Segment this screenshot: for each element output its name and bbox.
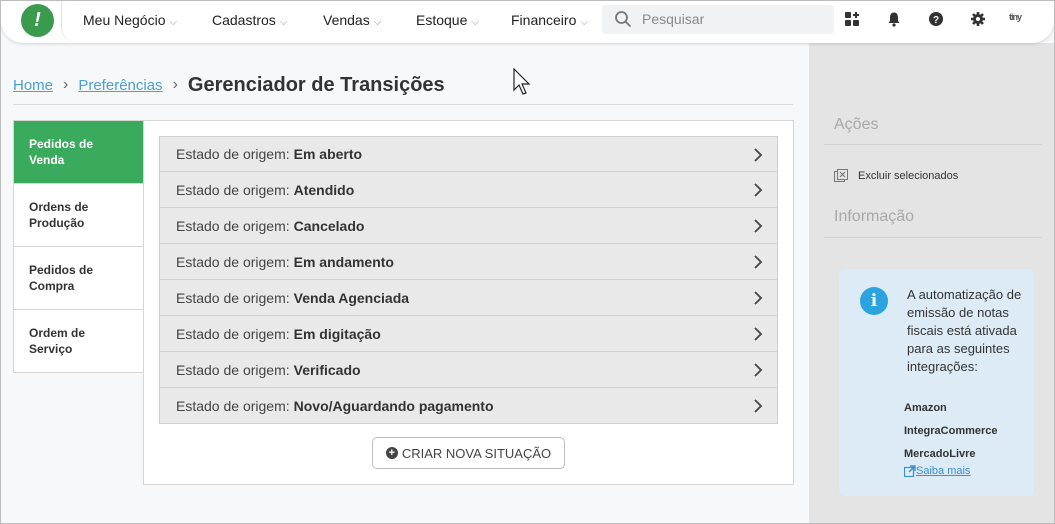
row-value: Verificado xyxy=(293,361,361,378)
transitions-panel: Estado de origem: Em aberto Estado de or… xyxy=(143,120,794,485)
nav-label: Meu Negócio xyxy=(83,12,166,28)
plus-circle-icon: + xyxy=(385,447,398,459)
row-label: Estado de origem: xyxy=(176,325,290,342)
integration-item: MercadoLivre xyxy=(904,448,976,460)
integration-item: Amazon xyxy=(904,402,947,414)
external-link-icon xyxy=(904,465,916,477)
svg-text:?: ? xyxy=(933,15,939,26)
chevron-right-icon xyxy=(754,291,763,305)
divider xyxy=(13,104,793,105)
search-icon xyxy=(615,11,631,27)
nav-meu-negocio[interactable]: Meu Negócio ⌵ xyxy=(83,12,177,28)
nav-label: Financeiro xyxy=(511,12,577,28)
row-label: Estado de origem: xyxy=(176,253,290,270)
divider xyxy=(824,144,1042,145)
tab-pedidos-de-venda[interactable]: Pedidos de Venda xyxy=(14,121,143,184)
create-new-status-label: CRIAR NOVA SITUAÇÃO xyxy=(401,445,552,461)
list-item[interactable]: Estado de origem: Verificado xyxy=(159,352,778,388)
transition-list: Estado de origem: Em aberto Estado de or… xyxy=(159,136,778,424)
help-icon[interactable]: ? xyxy=(928,11,944,27)
row-label: Estado de origem: xyxy=(176,361,290,378)
list-item[interactable]: Estado de origem: Cancelado xyxy=(159,208,778,244)
chevron-right-icon xyxy=(754,363,763,377)
chevron-down-icon: ⌵ xyxy=(169,17,178,28)
info-title: Informação xyxy=(834,208,915,225)
row-label: Estado de origem: xyxy=(176,289,290,306)
list-item[interactable]: Estado de origem: Em andamento xyxy=(159,244,778,280)
chevron-down-icon: ⌵ xyxy=(471,17,479,28)
learn-more-link[interactable]: Saiba mais xyxy=(904,465,970,477)
row-label: Estado de origem: xyxy=(176,146,290,162)
breadcrumb-preferences-link[interactable]: Preferências xyxy=(78,77,162,94)
chevron-right-icon xyxy=(754,399,763,413)
row-value: Em digitação xyxy=(293,325,381,342)
list-item[interactable]: Estado de origem: Em aberto xyxy=(159,136,778,172)
tab-ordem-de-servico[interactable]: Ordem de Serviço xyxy=(14,310,143,373)
nav-label: Vendas xyxy=(323,12,370,28)
chevron-right-icon xyxy=(754,219,763,233)
app-logo-icon[interactable]: ! xyxy=(21,4,54,37)
bell-icon[interactable] xyxy=(886,11,902,27)
tab-pedidos-de-compra[interactable]: Pedidos de Compra xyxy=(14,247,143,310)
top-navbar: ! Meu Negócio ⌵ Cadastros ⌵ Vendas ⌵ Estoqu… xyxy=(1,1,1054,43)
nav-label: Cadastros xyxy=(212,12,276,28)
delete-selected-button[interactable]: Excluir selecionados xyxy=(834,169,958,183)
row-label: Estado de origem: xyxy=(176,217,290,234)
gear-icon[interactable] xyxy=(970,11,986,27)
tab-ordens-de-producao[interactable]: Ordens de Produção xyxy=(14,184,143,247)
delete-selected-label: Excluir selecionados xyxy=(858,170,959,182)
nav-label: Estoque xyxy=(416,12,468,28)
chevron-right-icon xyxy=(754,255,763,269)
page-title: Gerenciador de Transições xyxy=(187,73,445,96)
nav-estoque[interactable]: Estoque ⌵ xyxy=(416,12,479,28)
row-label: Estado de origem: xyxy=(176,397,290,414)
integration-item: IntegraCommerce xyxy=(904,425,998,437)
row-label: Estado de origem: xyxy=(176,181,290,198)
actions-title: Ações xyxy=(834,116,879,133)
row-value: Novo/Aguardando pagamento xyxy=(293,397,494,414)
list-item[interactable]: Estado de origem: Em digitação xyxy=(159,316,778,352)
app-window: ! Meu Negócio ⌵ Cadastros ⌵ Vendas ⌵ Estoqu… xyxy=(0,0,1055,524)
row-value: Cancelado xyxy=(293,217,365,234)
delete-icon xyxy=(834,169,848,182)
search-input[interactable] xyxy=(642,8,827,30)
info-icon: i xyxy=(860,287,888,315)
divider xyxy=(824,237,1042,238)
learn-more-label: Saiba mais xyxy=(916,465,971,477)
row-value: Atendido xyxy=(293,181,355,198)
info-text: A automatização de emissão de notas fisc… xyxy=(907,287,1022,374)
chevron-right-icon: › xyxy=(63,76,69,93)
chevron-right-icon xyxy=(754,148,763,162)
logo-divider xyxy=(61,1,79,43)
row-value: Venda Agenciada xyxy=(293,289,410,306)
nav-financeiro[interactable]: Financeiro ⌵ xyxy=(511,12,588,28)
row-value: Em aberto xyxy=(293,146,363,162)
company-logo-icon[interactable]: tiny xyxy=(1009,12,1022,22)
chevron-down-icon: ⌵ xyxy=(373,17,382,28)
create-new-status-button[interactable]: + CRIAR NOVA SITUAÇÃO xyxy=(372,437,565,469)
apps-icon[interactable] xyxy=(844,11,860,27)
list-item[interactable]: Estado de origem: Novo/Aguardando pagame… xyxy=(159,388,778,424)
mouse-cursor-icon xyxy=(513,68,531,95)
breadcrumb: Home › Preferências › Gerenciador de Tra… xyxy=(13,73,445,97)
breadcrumb-home-link[interactable]: Home xyxy=(13,77,53,94)
chevron-right-icon xyxy=(754,327,763,341)
info-box: i A automatização de emissão de notas fi… xyxy=(839,269,1034,496)
row-value: Em andamento xyxy=(293,253,394,270)
nav-vendas[interactable]: Vendas ⌵ xyxy=(323,12,381,28)
chevron-right-icon xyxy=(754,183,763,197)
chevron-right-icon: › xyxy=(172,76,178,93)
side-tabs: Pedidos de Venda Ordens de Produção Pedi… xyxy=(13,120,144,373)
list-item[interactable]: Estado de origem: Atendido xyxy=(159,172,778,208)
chevron-down-icon: ⌵ xyxy=(279,17,288,28)
nav-cadastros[interactable]: Cadastros ⌵ xyxy=(212,12,287,28)
chevron-down-icon: ⌵ xyxy=(580,17,588,28)
search-box[interactable] xyxy=(602,5,834,34)
right-sidebar: Ações Excluir selecionados Informação i … xyxy=(809,43,1054,523)
list-item[interactable]: Estado de origem: Venda Agenciada xyxy=(159,280,778,316)
